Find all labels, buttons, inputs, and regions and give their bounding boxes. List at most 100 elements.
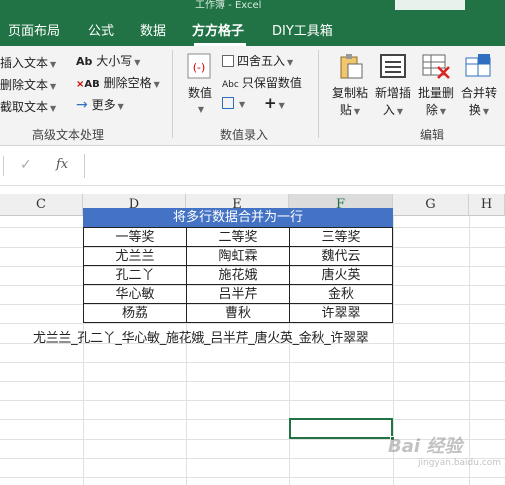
table-row: 尤兰兰 陶虹霖 魏代云: [83, 246, 393, 266]
column-header-c[interactable]: C: [0, 194, 83, 216]
remove-space-icon: ×AB: [76, 79, 100, 90]
chevron-down-icon: ▼: [50, 82, 57, 91]
gridline: [0, 323, 505, 324]
batch-delete-label-2: 除 ▼: [425, 103, 447, 117]
merge-convert-label-2: 换 ▼: [468, 103, 490, 117]
group-label-text: 高级文本处理: [32, 128, 105, 142]
chevron-down-icon: ▼: [117, 102, 124, 111]
numeric-button[interactable]: (-) 数值 ▼: [182, 52, 218, 115]
chevron-down-icon: ▼: [287, 58, 294, 67]
formula-bar: ✓ fx: [0, 146, 505, 186]
table-cell[interactable]: 吕半芹: [186, 284, 290, 304]
case-button[interactable]: Ab 大小写 ▼: [76, 52, 140, 69]
clipboard-icon: [335, 52, 365, 80]
name-box[interactable]: [0, 156, 4, 176]
table-cell[interactable]: 杨荔: [83, 303, 187, 323]
gridline: [0, 362, 505, 363]
batch-delete-icon: [421, 52, 451, 80]
chevron-down-icon: ▼: [134, 58, 141, 67]
watermark-text: Bai 经验: [388, 436, 463, 457]
group-label-number: 数值录入: [220, 128, 269, 142]
cancel-icon[interactable]: ✓: [20, 157, 32, 173]
table-cell[interactable]: 华心敏: [83, 284, 187, 304]
insert-label-1: 新增插: [374, 86, 411, 100]
copy-paste-label-1: 复制粘: [331, 86, 368, 100]
batch-delete-label-1: 批量删: [417, 86, 454, 100]
table-cell[interactable]: 唐火英: [289, 265, 393, 285]
copy-paste-label-2: 贴 ▼: [339, 103, 361, 117]
ribbon: 插入文本 ▼ 删除文本 ▼ 截取文本 ▼ Ab 大小写 ▼ ×AB 删除空格 ▼ → 更多…: [0, 46, 505, 146]
merge-convert-icon: [464, 52, 494, 80]
chevron-down-icon: ▼: [50, 104, 57, 113]
delete-text-button[interactable]: 删除文本 ▼: [0, 76, 56, 93]
more-button[interactable]: → 更多 ▼: [76, 96, 124, 113]
merge-convert-label-1: 合并转: [460, 86, 497, 100]
title-bar: 工作簿 - Excel: [0, 0, 505, 11]
tab-diy-toolbox[interactable]: DIY工具箱: [272, 20, 333, 39]
tab-fangfanggezi[interactable]: 方方格子: [192, 20, 244, 39]
ribbon-tabs: 页面布局 公式 数据 方方格子 DIY工具箱: [0, 10, 505, 46]
watermark-logo: Bai 经验 jingyan.baidu.com: [388, 432, 505, 472]
gridline: [0, 381, 505, 382]
insert-text-label: 插入文本: [0, 56, 49, 70]
edit-cell-button[interactable]: ▼: [222, 96, 245, 110]
gridline: [0, 400, 505, 401]
column-header-h[interactable]: H: [469, 194, 505, 216]
more-label: 更多: [91, 98, 116, 112]
gridline: [0, 477, 505, 478]
chevron-down-icon: ▼: [50, 60, 57, 69]
keep-values-label: 只保留数值: [241, 76, 302, 90]
tab-formulas[interactable]: 公式: [88, 20, 114, 39]
chevron-down-icon: ▼: [153, 80, 160, 89]
formula-input[interactable]: [84, 154, 505, 178]
add-button[interactable]: + ▼: [264, 94, 285, 112]
table-cell[interactable]: 魏代云: [289, 246, 393, 266]
numeric-icon: (-): [185, 52, 215, 80]
group-separator: [318, 50, 319, 138]
extract-text-label: 截取文本: [0, 100, 49, 114]
copy-paste-button[interactable]: 复制粘 贴 ▼: [330, 52, 370, 118]
edit-cell-icon: [222, 97, 234, 109]
table-cell[interactable]: 陶虹霖: [186, 246, 290, 266]
insert-text-button[interactable]: 插入文本 ▼: [0, 54, 56, 71]
group-label-edit: 编辑: [420, 128, 445, 142]
column-header-g[interactable]: G: [393, 194, 469, 216]
remove-space-label: 删除空格: [103, 76, 152, 90]
table-row: 一等奖 二等奖 三等奖: [83, 227, 393, 247]
tab-page-layout[interactable]: 页面布局: [8, 20, 60, 39]
table-cell[interactable]: 尤兰兰: [83, 246, 187, 266]
extract-text-button[interactable]: 截取文本 ▼: [0, 98, 56, 115]
table-row: 华心敏 吕半芹 金秋: [83, 284, 393, 304]
selected-cell[interactable]: [289, 418, 395, 441]
svg-text:(-): (-): [193, 61, 206, 74]
round-label: 四舍五入: [237, 54, 286, 68]
merge-convert-button[interactable]: 合并转 换 ▼: [459, 52, 499, 118]
table-cell[interactable]: 金秋: [289, 284, 393, 304]
plus-icon: +: [264, 94, 277, 112]
table-cell[interactable]: 孔二丫: [83, 265, 187, 285]
watermark-subtext: jingyan.baidu.com: [418, 458, 502, 468]
merged-result-cell[interactable]: 尤兰兰_孔二丫_华心敏_施花娥_吕半芹_唐火英_金秋_许翠翠: [33, 327, 369, 346]
table-row: 孔二丫 施花娥 唐火英: [83, 265, 393, 285]
table-cell[interactable]: 曹秋: [186, 303, 290, 323]
chevron-down-icon: ▼: [197, 105, 205, 114]
data-table: 一等奖 二等奖 三等奖 尤兰兰 陶虹霖 魏代云 孔二丫 施花娥 唐火英 华心敏 …: [83, 227, 393, 323]
insert-rows-icon: [378, 52, 408, 80]
insert-function-icon[interactable]: fx: [56, 157, 68, 172]
table-cell[interactable]: 一等奖: [83, 227, 187, 247]
insert-button[interactable]: 新增插 入 ▼: [373, 52, 413, 118]
table-cell[interactable]: 施花娥: [186, 265, 290, 285]
table-cell[interactable]: 二等奖: [186, 227, 290, 247]
table-cell[interactable]: 三等奖: [289, 227, 393, 247]
case-label: 大小写: [96, 54, 133, 68]
remove-space-button[interactable]: ×AB 删除空格 ▼: [76, 74, 160, 91]
batch-delete-button[interactable]: 批量删 除 ▼: [416, 52, 456, 118]
keep-values-button[interactable]: Abc 只保留数值: [222, 74, 302, 91]
tab-data[interactable]: 数据: [140, 20, 166, 39]
round-button[interactable]: 四舍五入 ▼: [222, 52, 293, 69]
share-button[interactable]: [395, 0, 465, 10]
gridline: [0, 419, 505, 420]
table-cell[interactable]: 许翠翠: [289, 303, 393, 323]
merged-title-cell[interactable]: 将多行数据合并为一行: [83, 208, 393, 227]
group-separator: [172, 50, 173, 138]
